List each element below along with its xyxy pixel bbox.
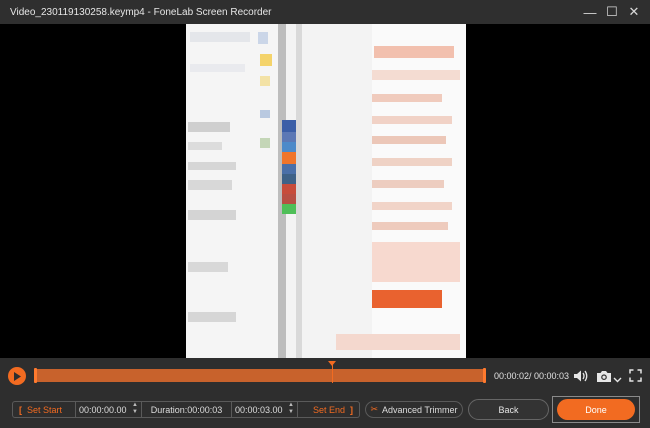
window-title: Video_230119130258.keymp4 - FoneLab Scre… xyxy=(10,6,272,18)
trim-row: [ Set Start 00:00:00.00 ▲ ▼ Duration:00:0… xyxy=(0,396,650,423)
recorded-frame xyxy=(186,24,466,358)
play-button[interactable] xyxy=(8,367,26,385)
timeline-track[interactable] xyxy=(34,361,486,383)
video-preview[interactable] xyxy=(0,24,650,358)
camera-icon[interactable] xyxy=(596,369,612,383)
start-time-field[interactable]: 00:00:00.00 ▲ ▼ xyxy=(76,401,142,418)
play-icon xyxy=(14,371,21,381)
set-end-label: Set End xyxy=(312,404,345,415)
end-time-stepper[interactable]: ▲ ▼ xyxy=(287,402,295,417)
player-controls: 00:00:02/ 00:00:03 [ Set Start 00:00:00.… xyxy=(0,358,650,428)
done-button[interactable]: Done xyxy=(557,399,635,420)
close-button[interactable]: ✕ xyxy=(620,0,648,24)
back-button[interactable]: Back xyxy=(468,399,549,420)
duration-display: Duration:00:00:03 xyxy=(142,401,232,418)
minimize-icon: — xyxy=(583,4,597,20)
start-time-stepper[interactable]: ▲ ▼ xyxy=(131,402,139,417)
scissors-icon: ✂ xyxy=(370,404,378,414)
volume-icon[interactable] xyxy=(573,369,589,383)
timeline-selection xyxy=(34,369,486,382)
set-end-button[interactable]: Set End ] xyxy=(298,401,360,418)
recorder-window: Video_230119130258.keymp4 - FoneLab Scre… xyxy=(0,0,650,428)
done-focus-frame: Done xyxy=(552,396,640,423)
maximize-icon: ☐ xyxy=(606,4,618,19)
time-readout: 00:00:02/ 00:00:03 xyxy=(494,371,570,381)
chevron-down-icon[interactable] xyxy=(613,371,622,383)
trim-start-handle[interactable] xyxy=(34,368,37,383)
close-icon: ✕ xyxy=(628,4,640,19)
advanced-trimmer-button[interactable]: ✂ Advanced Trimmer xyxy=(365,401,463,418)
end-time-field[interactable]: 00:00:03.00 ▲ ▼ xyxy=(232,401,298,418)
title-bar: Video_230119130258.keymp4 - FoneLab Scre… xyxy=(0,0,650,24)
set-start-label: Set Start xyxy=(27,404,63,415)
playhead[interactable] xyxy=(332,363,333,383)
set-start-button[interactable]: [ Set Start xyxy=(12,401,76,418)
fullscreen-icon[interactable] xyxy=(629,369,642,382)
trim-end-handle[interactable] xyxy=(483,368,486,383)
